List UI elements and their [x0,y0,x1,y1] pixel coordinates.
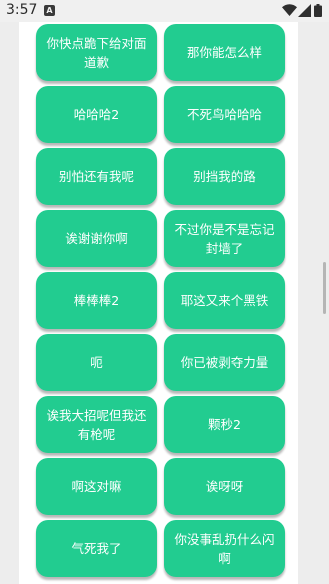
cellular-signal-icon [298,4,311,17]
phrase-button[interactable]: 别怕还有我呢 [36,148,157,205]
status-bar: 3:57 A [0,0,329,22]
phrase-button[interactable]: 你快点跪下给对面道歉 [36,24,157,81]
phrase-button[interactable]: 气死我了 [36,520,157,577]
phrase-button[interactable]: 耶这又来个黑铁 [164,272,285,329]
phrase-button[interactable]: 颗秒2 [164,396,285,453]
phrase-button[interactable]: 那你能怎么样 [164,24,285,81]
phrase-button[interactable]: 诶我大招呢但我还有枪呢 [36,396,157,453]
phrase-button[interactable]: 棒棒棒2 [36,272,157,329]
notification-a-icon: A [44,5,55,16]
phrase-button[interactable]: 呃 [36,334,157,391]
phrase-button[interactable]: 不过你是不是忘记封墙了 [164,210,285,267]
phrase-button[interactable]: 你没事乱扔什么闪啊 [164,520,285,577]
phrase-button[interactable]: 诶呀呀 [164,458,285,515]
phrase-button[interactable]: 不死鸟哈哈哈 [164,86,285,143]
phrase-button[interactable]: 诶谢谢你啊 [36,210,157,267]
wifi-icon [282,4,297,16]
phrase-button[interactable]: 你已被剥夺力量 [164,334,285,391]
phrase-button[interactable]: 哈哈哈2 [36,86,157,143]
battery-icon [314,4,322,17]
status-time: 3:57 [6,2,38,18]
phrase-list-card: 你快点跪下给对面道歉 那你能怎么样 哈哈哈2 不死鸟哈哈哈 别怕还有我呢 别挡我的路 诶谢谢… [19,0,298,584]
scrollbar-thumb[interactable] [323,262,326,314]
phrase-button[interactable]: 啊这对嘛 [36,458,157,515]
phrase-grid: 你快点跪下给对面道歉 那你能怎么样 哈哈哈2 不死鸟哈哈哈 别怕还有我呢 别挡我的路 诶谢谢… [36,24,285,577]
phrase-button[interactable]: 别挡我的路 [164,148,285,205]
